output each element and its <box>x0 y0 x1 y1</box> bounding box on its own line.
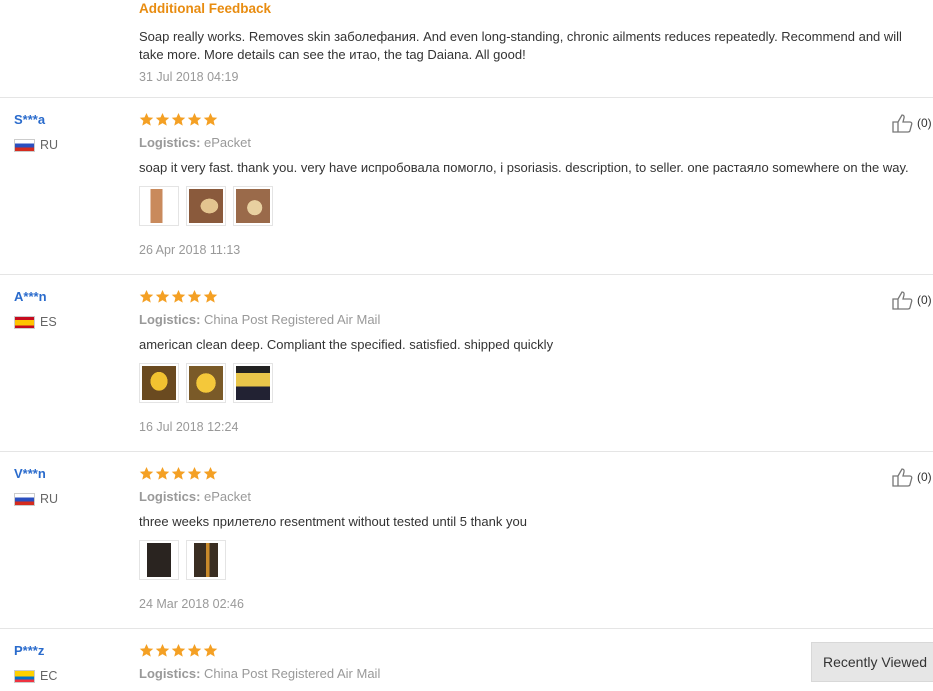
star-icon <box>139 466 154 481</box>
helpful-button[interactable]: (0) <box>891 290 932 310</box>
star-rating <box>139 643 218 658</box>
star-icon <box>155 112 170 127</box>
review-item: V***n RU Logistics: ePacket three weeks … <box>0 452 933 628</box>
logistics-info: Logistics: China Post Registered Air Mai… <box>139 666 380 681</box>
logistics-label: Logistics: <box>139 135 201 150</box>
review-photo-thumbnail[interactable] <box>233 186 273 226</box>
reviewer-country: RU <box>14 138 58 152</box>
review-photos <box>139 540 226 580</box>
reviewer-name[interactable]: A***n <box>14 289 47 304</box>
additional-feedback-date: 31 Jul 2018 04:19 <box>139 70 239 84</box>
logistics-info: Logistics: ePacket <box>139 489 251 504</box>
logistics-label: Logistics: <box>139 666 201 681</box>
review-photo-thumbnail[interactable] <box>186 363 226 403</box>
review-date: 26 Apr 2018 11:13 <box>139 243 241 257</box>
review-text: american clean deep. Compliant the speci… <box>139 337 554 352</box>
star-icon <box>187 466 202 481</box>
star-icon <box>155 466 170 481</box>
reviewer-name[interactable]: V***n <box>14 466 46 481</box>
russia-flag-icon <box>14 138 35 152</box>
russia-flag-icon <box>14 492 35 506</box>
star-icon <box>203 643 218 658</box>
star-icon <box>187 112 202 127</box>
review-date: 24 Mar 2018 02:46 <box>139 597 244 611</box>
logistics-value: ePacket <box>204 489 252 504</box>
star-rating <box>139 466 218 481</box>
star-icon <box>139 289 154 304</box>
review-photo-thumbnail[interactable] <box>233 363 273 403</box>
review-text: three weeks прилетело resentment without… <box>139 514 527 529</box>
logistics-info: Logistics: ePacket <box>139 135 251 150</box>
review-photo-thumbnail[interactable] <box>186 540 226 580</box>
helpful-count: (0) <box>917 470 932 484</box>
logistics-label: Logistics: <box>139 489 201 504</box>
country-code: RU <box>40 492 59 506</box>
star-icon <box>139 112 154 127</box>
star-icon <box>187 289 202 304</box>
review-date: 16 Jul 2018 12:24 <box>139 420 239 434</box>
logistics-value: ePacket <box>204 135 252 150</box>
star-icon <box>171 643 186 658</box>
reviewer-country: RU <box>14 492 58 506</box>
reviewer-name[interactable]: P***z <box>14 643 44 658</box>
additional-feedback-text: Soap really works. Removes skin заболефа… <box>139 29 902 62</box>
additional-feedback-title: Additional Feedback <box>139 1 272 16</box>
helpful-count: (0) <box>917 293 932 307</box>
review-photo-thumbnail[interactable] <box>139 186 179 226</box>
spain-flag-icon <box>14 315 35 329</box>
review-item: A***n ES Logistics: China Post Registere… <box>0 275 933 451</box>
star-icon <box>203 112 218 127</box>
review-photo-thumbnail[interactable] <box>139 363 179 403</box>
star-icon <box>203 466 218 481</box>
helpful-button[interactable]: (0) <box>891 113 932 133</box>
logistics-label: Logistics: <box>139 312 201 327</box>
star-icon <box>171 466 186 481</box>
review-photo-thumbnail[interactable] <box>186 186 226 226</box>
helpful-count: (0) <box>917 116 932 130</box>
reviewer-country: ES <box>14 315 57 329</box>
logistics-info: Logistics: China Post Registered Air Mai… <box>139 312 380 327</box>
review-item: P***z EC Logistics: China Post Registere… <box>0 629 933 691</box>
reviewer-country: EC <box>14 669 57 683</box>
star-rating <box>139 289 218 304</box>
star-icon <box>139 643 154 658</box>
country-code: RU <box>40 138 59 152</box>
star-icon <box>155 289 170 304</box>
star-rating <box>139 112 218 127</box>
country-code: EC <box>40 669 58 683</box>
reviews-page: Additional Feedback Soap really works. R… <box>0 0 933 691</box>
review-item: S***a RU Logistics: ePacket soap it very… <box>0 98 933 274</box>
ecuador-flag-icon <box>14 669 35 683</box>
logistics-value: China Post Registered Air Mail <box>204 312 381 327</box>
helpful-button[interactable]: (0) <box>891 467 932 487</box>
star-icon <box>187 643 202 658</box>
review-photos <box>139 363 273 403</box>
review-photos <box>139 186 273 226</box>
thumbs-up-icon <box>891 290 917 310</box>
star-icon <box>171 112 186 127</box>
review-text: soap it very fast. thank you. very have … <box>139 160 909 175</box>
country-code: ES <box>40 315 57 329</box>
thumbs-up-icon <box>891 113 917 133</box>
star-icon <box>203 289 218 304</box>
reviewer-name[interactable]: S***a <box>14 112 45 127</box>
logistics-value: China Post Registered Air Mail <box>204 666 381 681</box>
star-icon <box>171 289 186 304</box>
recently-viewed-button[interactable]: Recently Viewed <box>811 642 933 682</box>
review-photo-thumbnail[interactable] <box>139 540 179 580</box>
star-icon <box>155 643 170 658</box>
thumbs-up-icon <box>891 467 917 487</box>
